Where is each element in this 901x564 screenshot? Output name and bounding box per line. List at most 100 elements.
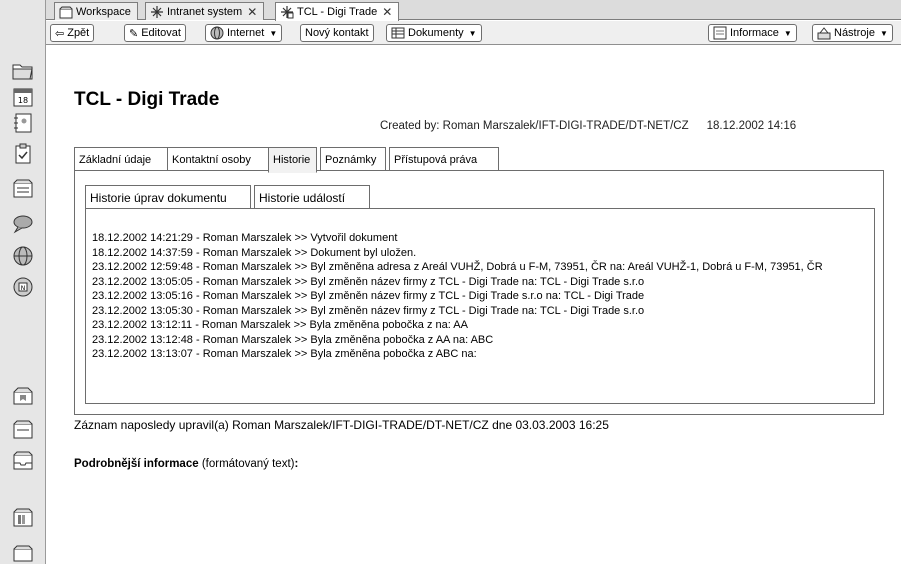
internet-button[interactable]: Internet ▼ (205, 24, 283, 42)
separator: >> (294, 246, 308, 259)
tab-history[interactable]: Historie (268, 147, 317, 173)
todo-icon[interactable] (10, 141, 36, 167)
created-by: Created by: Roman Marszalek/IFT-DIGI-TRA… (380, 120, 796, 132)
new-contact-button[interactable]: Nový kontakt (300, 24, 374, 42)
tab-edit-history[interactable]: Historie úprav dokumentu (85, 185, 251, 209)
back-label: Zpět (67, 27, 90, 39)
event-text: Byl změněn název firmy z TCL - Digi Trad… (310, 304, 645, 317)
list-item: 18.12.2002 14:21:29 - Roman Marszalek >>… (92, 231, 870, 246)
tab-label: Workspace (76, 5, 131, 18)
chevron-down-icon: ▼ (269, 28, 278, 38)
info-label: Informace (730, 27, 779, 39)
event-user: Roman Marszalek (202, 246, 292, 259)
event-user: Roman Marszalek (202, 348, 292, 360)
documents-button[interactable]: Dokumenty ▼ (386, 24, 482, 42)
window-tab-bar: Workspace Intranet system ✕ TCL - Digi T… (46, 0, 901, 21)
tools-icon (817, 26, 831, 40)
event-text: Byl změněn název firmy z TCL - Digi Trad… (310, 290, 645, 302)
inbox-icon[interactable] (10, 448, 36, 474)
more-icon[interactable] (10, 538, 36, 564)
event-time: 23.12.2002 13:13:07 (92, 348, 193, 360)
chevron-down-icon: ▼ (879, 28, 888, 38)
event-text: Byl změněna adresa z Areál VUHŽ, Dobrá u… (310, 261, 823, 273)
folder-icon[interactable] (10, 417, 36, 443)
close-icon[interactable]: ✕ (247, 5, 257, 19)
grid-icon (391, 26, 405, 40)
database-icon[interactable] (10, 176, 36, 202)
tab-contact-persons[interactable]: Kontaktní osoby (167, 147, 269, 171)
tab-tcl-digi-trade[interactable]: TCL - Digi Trade ✕ (275, 2, 400, 21)
back-button[interactable]: ⇦ Zpět (50, 24, 95, 42)
pencil-icon: ✎ (129, 27, 139, 40)
event-text: Byl změněn název firmy z TCL - Digi Trad… (310, 275, 645, 288)
event-user: Roman Marszalek (202, 333, 292, 346)
tab-intranet-system[interactable]: Intranet system ✕ (145, 2, 265, 20)
event-text: Byla změněna pobočka z ABC na: (310, 348, 477, 360)
created-date: 18.12.2002 14:16 (706, 120, 797, 132)
edit-label: Editovat (141, 27, 181, 39)
separator: >> (293, 319, 307, 331)
workspace-icon (59, 5, 73, 19)
event-time: 18.12.2002 14:37:59 (92, 246, 193, 259)
edit-button[interactable]: ✎ Editovat (124, 24, 186, 42)
event-text: Vytvořil dokument (310, 232, 398, 244)
details-colon: : (294, 458, 299, 470)
separator: >> (294, 261, 308, 273)
calendar-icon[interactable]: 18 (10, 84, 36, 110)
event-time: 18.12.2002 14:21:29 (92, 232, 193, 244)
separator: - (196, 246, 200, 259)
info-button[interactable]: Informace ▼ (708, 24, 797, 42)
action-bar: ⇦ Zpět ✎ Editovat Internet ▼ Nový kontak… (46, 21, 901, 45)
list-item: 23.12.2002 13:05:30 - Roman Marszalek >>… (92, 304, 870, 319)
new-contact-label: Nový kontakt (305, 27, 369, 39)
event-time: 23.12.2002 13:05:05 (92, 275, 193, 288)
event-text: Byla změněna pobočka z na: AA (309, 319, 468, 331)
tab-label: TCL - Digi Trade (297, 6, 378, 18)
library-icon[interactable] (10, 505, 36, 531)
chevron-down-icon: ▼ (783, 28, 792, 38)
list-item: 23.12.2002 13:12:48 - Roman Marszalek >>… (92, 333, 870, 348)
details-section: Podrobnější informace (formátovaný text)… (74, 458, 298, 470)
bookmark-bar: 18 N (0, 0, 46, 564)
globe-icon[interactable] (10, 243, 36, 269)
globe-icon (210, 26, 224, 40)
separator: - (196, 333, 200, 346)
event-user: Roman Marszalek (202, 232, 292, 244)
event-user: Roman Marszalek (202, 261, 292, 273)
separator: >> (294, 348, 308, 360)
tab-access-rights[interactable]: Přístupová práva (389, 147, 499, 171)
info-icon (713, 26, 727, 40)
event-time: 23.12.2002 12:59:48 (92, 261, 193, 273)
separator: - (196, 261, 200, 273)
page-title: TCL - Digi Trade (74, 89, 220, 110)
news-icon[interactable]: N (10, 274, 36, 300)
tab-workspace[interactable]: Workspace (54, 2, 138, 20)
separator: >> (294, 275, 308, 288)
address-book-icon[interactable] (10, 110, 36, 136)
tools-button[interactable]: Nástroje ▼ (812, 24, 893, 42)
open-folder-icon[interactable] (10, 58, 36, 84)
svg-text:N: N (21, 285, 26, 292)
separator: - (196, 348, 200, 360)
bookmark-icon[interactable] (10, 383, 36, 409)
list-item: 23.12.2002 13:05:16 - Roman Marszalek >>… (92, 289, 870, 304)
tab-event-history[interactable]: Historie událostí (254, 185, 370, 209)
separator: - (196, 275, 200, 288)
separator: - (196, 304, 200, 317)
event-text: Byla změněna pobočka z AA na: ABC (310, 333, 494, 346)
internet-label: Internet (227, 27, 265, 39)
event-list: 18.12.2002 14:21:29 - Roman Marszalek >>… (85, 208, 875, 404)
close-icon[interactable]: ✕ (382, 5, 392, 19)
tools-label: Nástroje (834, 27, 875, 39)
separator: - (196, 290, 200, 302)
chat-icon[interactable] (10, 211, 36, 237)
document-icon (280, 5, 294, 19)
event-time: 23.12.2002 13:05:30 (92, 304, 193, 317)
details-hint: (formátovaný text) (201, 458, 295, 470)
event-user: Roman Marszalek (201, 319, 291, 331)
database-icon (150, 5, 164, 19)
separator: >> (294, 232, 308, 244)
tab-basic-info[interactable]: Základní údaje (74, 147, 168, 171)
tab-notes[interactable]: Poznámky (320, 147, 386, 171)
list-item: 23.12.2002 12:59:48 - Roman Marszalek >>… (92, 260, 870, 275)
